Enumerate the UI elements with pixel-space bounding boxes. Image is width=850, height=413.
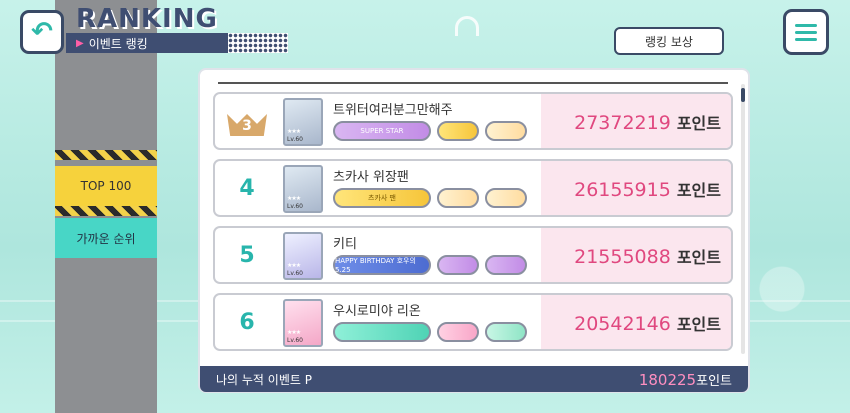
page-subtitle: 이벤트 랭킹 xyxy=(88,36,148,51)
badge-icon xyxy=(485,121,527,141)
score-unit: 포인트 xyxy=(676,315,721,334)
hazard-stripe xyxy=(55,206,157,216)
rank-crown: 3 xyxy=(225,103,269,139)
score-unit: 포인트 xyxy=(676,114,721,133)
avatar[interactable]: ★★★ Lv.60 xyxy=(283,232,323,280)
rank-number: 4 xyxy=(239,175,255,201)
score: 20542146 포인트 xyxy=(574,311,721,335)
ranking-row[interactable]: 3 ★★★ Lv.60 트위터여러분그만해주 SUPER STAR 273722… xyxy=(213,92,733,150)
badge-icon xyxy=(485,188,527,208)
avatar-level: Lv.60 xyxy=(287,337,303,344)
score-unit: 포인트 xyxy=(676,248,721,267)
my-points: 180225포인트 xyxy=(639,370,732,389)
scrollbar-track[interactable] xyxy=(741,84,745,354)
menu-icon xyxy=(795,23,817,27)
back-arrow-icon: ↶ xyxy=(31,17,53,47)
title-badge: SUPER STAR xyxy=(333,121,431,141)
title-badge: HAPPY BIRTHDAY 호우의 5.25 xyxy=(333,255,431,275)
score-value: 27372219 xyxy=(574,112,671,134)
ranking-row[interactable]: 6 ★★★ Lv.60 우시로미야 리온 20542146 포인트 xyxy=(213,293,733,351)
my-points-bar: 나의 누적 이벤트 P 180225포인트 xyxy=(200,366,748,392)
crown-icon: 3 xyxy=(227,106,267,136)
score: 27372219 포인트 xyxy=(574,110,721,134)
avatar-level: Lv.60 xyxy=(287,136,303,143)
my-points-value: 180225 xyxy=(638,370,697,389)
badge-icon xyxy=(437,255,479,275)
player-name: 키티 xyxy=(333,237,357,252)
badge-icon xyxy=(437,121,479,141)
ranking-row[interactable]: 5 ★★★ Lv.60 키티 HAPPY BIRTHDAY 호우의 5.25 2… xyxy=(213,226,733,284)
player-name: 츠카사 위장팬 xyxy=(333,170,409,185)
rank-number: 3 xyxy=(242,118,252,134)
score-value: 21555088 xyxy=(574,246,671,268)
badge-icon xyxy=(485,322,527,342)
avatar-level: Lv.60 xyxy=(287,203,303,210)
rank-number: 5 xyxy=(239,242,255,268)
left-tab-column: TOP 100 가까운 순위 xyxy=(55,0,157,413)
ranking-row[interactable]: 4 ★★★ Lv.60 츠카사 위장팬 츠카사 팬 26155915 포인트 xyxy=(213,159,733,217)
badge-list xyxy=(333,322,527,342)
hazard-stripe xyxy=(55,150,157,160)
score-value: 26155915 xyxy=(574,179,671,201)
title-badge: 츠카사 팬 xyxy=(333,188,431,208)
my-points-unit: 포인트 xyxy=(696,373,732,389)
score: 21555088 포인트 xyxy=(574,244,721,268)
score: 26155915 포인트 xyxy=(574,177,721,201)
rank-number: 6 xyxy=(239,309,255,335)
ranking-reward-button[interactable]: 랭킹 보상 xyxy=(614,27,724,55)
player-name: 트위터여러분그만해주 xyxy=(333,103,453,118)
avatar[interactable]: ★★★ Lv.60 xyxy=(283,165,323,213)
badge-list: SUPER STAR xyxy=(333,121,527,141)
panel-divider xyxy=(218,82,728,84)
my-points-label: 나의 누적 이벤트 P xyxy=(216,372,312,387)
tab-nearby-rank[interactable]: 가까운 순위 xyxy=(55,218,157,258)
headphone-icon xyxy=(455,16,479,36)
badge-list: 츠카사 팬 xyxy=(333,188,527,208)
badge-icon xyxy=(437,322,479,342)
avatar[interactable]: ★★★ Lv.60 xyxy=(283,98,323,146)
scrollbar-thumb[interactable] xyxy=(741,88,745,102)
badge-list: HAPPY BIRTHDAY 호우의 5.25 xyxy=(333,255,527,275)
avatar[interactable]: ★★★ Lv.60 xyxy=(283,299,323,347)
badge-icon xyxy=(485,255,527,275)
menu-button[interactable] xyxy=(783,9,829,55)
avatar-level: Lv.60 xyxy=(287,270,303,277)
halftone-decoration xyxy=(228,33,288,53)
page-title: RANKING xyxy=(76,4,218,34)
score-unit: 포인트 xyxy=(676,181,721,200)
subtitle-bar: ▶ 이벤트 랭킹 xyxy=(66,33,288,53)
badge-icon xyxy=(437,188,479,208)
tab-top-100[interactable]: TOP 100 xyxy=(55,166,157,206)
player-name: 우시로미야 리온 xyxy=(333,304,421,319)
play-triangle-icon: ▶ xyxy=(76,37,84,49)
score-value: 20542146 xyxy=(574,313,671,335)
back-button[interactable]: ↶ xyxy=(20,10,64,54)
title-badge xyxy=(333,322,431,342)
